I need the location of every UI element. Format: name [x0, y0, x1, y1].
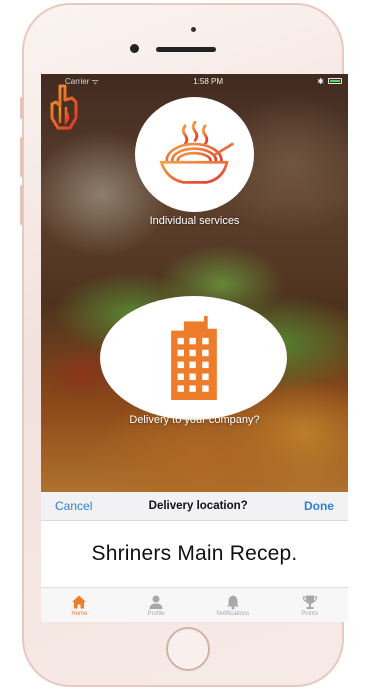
picker-selected-value[interactable]: Shriners Main Recep. — [92, 542, 298, 566]
individual-services-label: Individual services — [149, 215, 240, 227]
front-camera — [130, 44, 139, 53]
tab-notifications[interactable]: Notifications — [195, 588, 272, 622]
app-logo-icon — [46, 84, 82, 132]
status-bar: Carrier ᯤ 1:58 PM ✱ — [41, 74, 348, 88]
tab-bar: Home Profile Notifications Points — [41, 587, 348, 622]
bluetooth-icon: ✱ — [317, 76, 324, 86]
tab-home-label: Home — [71, 610, 88, 617]
company-delivery-button[interactable] — [100, 296, 287, 420]
tab-points-label: Points — [301, 610, 318, 617]
picker-toolbar: Cancel Delivery location? Done — [41, 492, 348, 521]
cancel-button[interactable]: Cancel — [55, 499, 92, 513]
bell-icon — [226, 595, 239, 609]
individual-services-button[interactable] — [135, 97, 254, 212]
office-building-icon — [170, 315, 217, 401]
battery-icon — [327, 78, 342, 84]
app-screen: Carrier ᯤ 1:58 PM ✱ Individual services … — [41, 74, 348, 622]
volume-down-button — [20, 185, 23, 225]
tab-notifications-label: Notifications — [216, 610, 250, 617]
volume-up-button — [20, 137, 23, 177]
profile-icon — [149, 595, 163, 609]
earpiece-speaker — [156, 47, 216, 52]
noodle-bowl-icon — [158, 120, 234, 187]
mute-switch — [20, 97, 23, 119]
home-button[interactable] — [166, 627, 210, 671]
proximity-sensor — [191, 27, 196, 32]
done-button[interactable]: Done — [304, 499, 334, 513]
tab-home[interactable]: Home — [41, 588, 118, 622]
trophy-icon — [302, 595, 317, 609]
tab-points[interactable]: Points — [271, 588, 348, 622]
tab-profile-label: Profile — [147, 610, 165, 617]
picker-title: Delivery location? — [148, 500, 248, 512]
location-picker-wheel[interactable]: Shriners Main Recep. — [41, 521, 348, 587]
status-time: 1:58 PM — [193, 76, 224, 86]
tab-profile[interactable]: Profile — [118, 588, 195, 622]
company-delivery-label: Delivery to your company? — [129, 414, 260, 426]
home-icon — [72, 595, 87, 608]
